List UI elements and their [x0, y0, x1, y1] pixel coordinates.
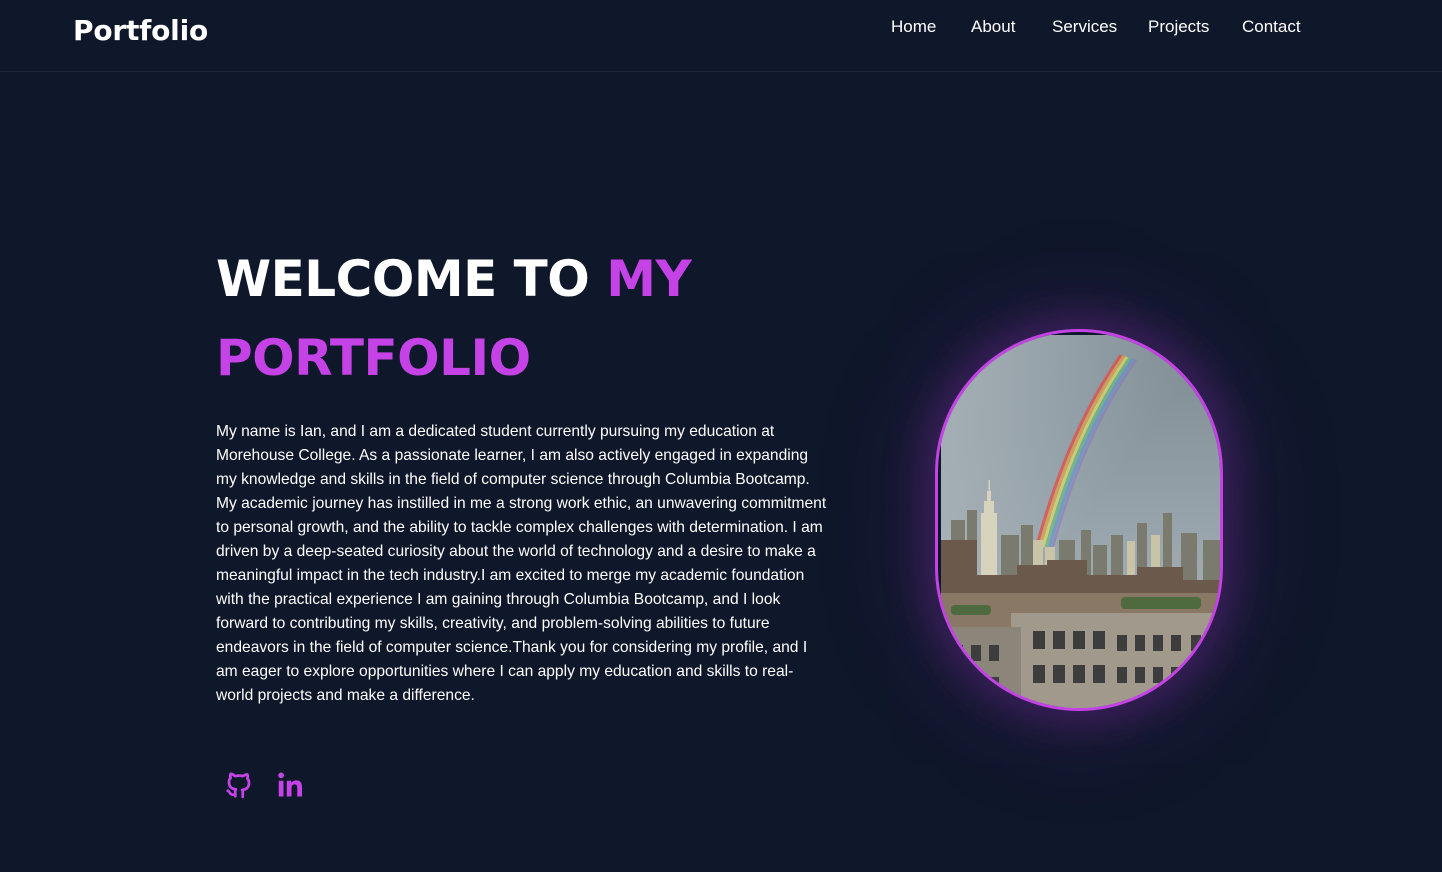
nav-link-home[interactable]: Home: [891, 17, 936, 37]
github-link[interactable]: [224, 770, 254, 800]
linkedin-icon: [278, 772, 302, 797]
linkedin-link[interactable]: [276, 770, 306, 800]
headline-welcome: WELCOME TO: [216, 250, 607, 308]
site-header: Portfolio Home About Services Projects C…: [0, 0, 1442, 72]
page: Portfolio Home About Services Projects C…: [0, 0, 1442, 872]
nav-link-services[interactable]: Services: [1052, 17, 1117, 37]
github-icon: [226, 772, 251, 799]
nav-link-projects[interactable]: Projects: [1148, 17, 1209, 37]
hero-headline: WELCOME TO MY PORTFOLIO: [216, 240, 856, 398]
city-rainbow-photo: [941, 335, 1220, 708]
hero-bio: My name is Ian, and I am a dedicated stu…: [216, 423, 827, 704]
main-nav: Home About Services Projects Contact: [0, 17, 1442, 41]
nav-link-contact[interactable]: Contact: [1242, 17, 1301, 37]
nav-link-about[interactable]: About: [971, 17, 1015, 37]
profile-photo: [935, 329, 1223, 711]
